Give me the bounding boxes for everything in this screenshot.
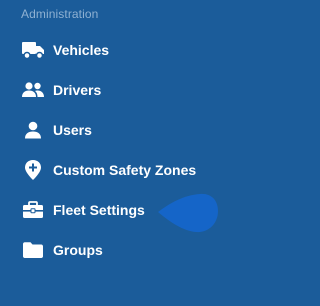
users-icon — [21, 79, 45, 101]
admin-sidebar: Administration Vehicles Drivers Users Cu… — [0, 0, 240, 306]
sidebar-item-label: Custom Safety Zones — [53, 162, 197, 178]
sidebar-item-users[interactable]: Users — [0, 110, 240, 150]
truck-icon — [21, 39, 45, 61]
user-icon — [21, 119, 45, 141]
pointer-callout-icon — [158, 193, 218, 233]
sidebar-item-vehicles[interactable]: Vehicles — [0, 30, 240, 70]
sidebar-item-label: Vehicles — [53, 42, 110, 58]
map-pin-plus-icon — [21, 159, 45, 181]
sidebar-item-label: Groups — [53, 242, 103, 258]
sidebar-item-drivers[interactable]: Drivers — [0, 70, 240, 110]
sidebar-item-custom-safety-zones[interactable]: Custom Safety Zones — [0, 150, 240, 190]
sidebar-item-label: Users — [53, 122, 92, 138]
briefcase-icon — [21, 199, 45, 221]
sidebar-item-label: Drivers — [53, 82, 102, 98]
folder-icon — [21, 239, 45, 261]
section-title: Administration — [21, 7, 99, 21]
sidebar-item-label: Fleet Settings — [53, 202, 145, 218]
